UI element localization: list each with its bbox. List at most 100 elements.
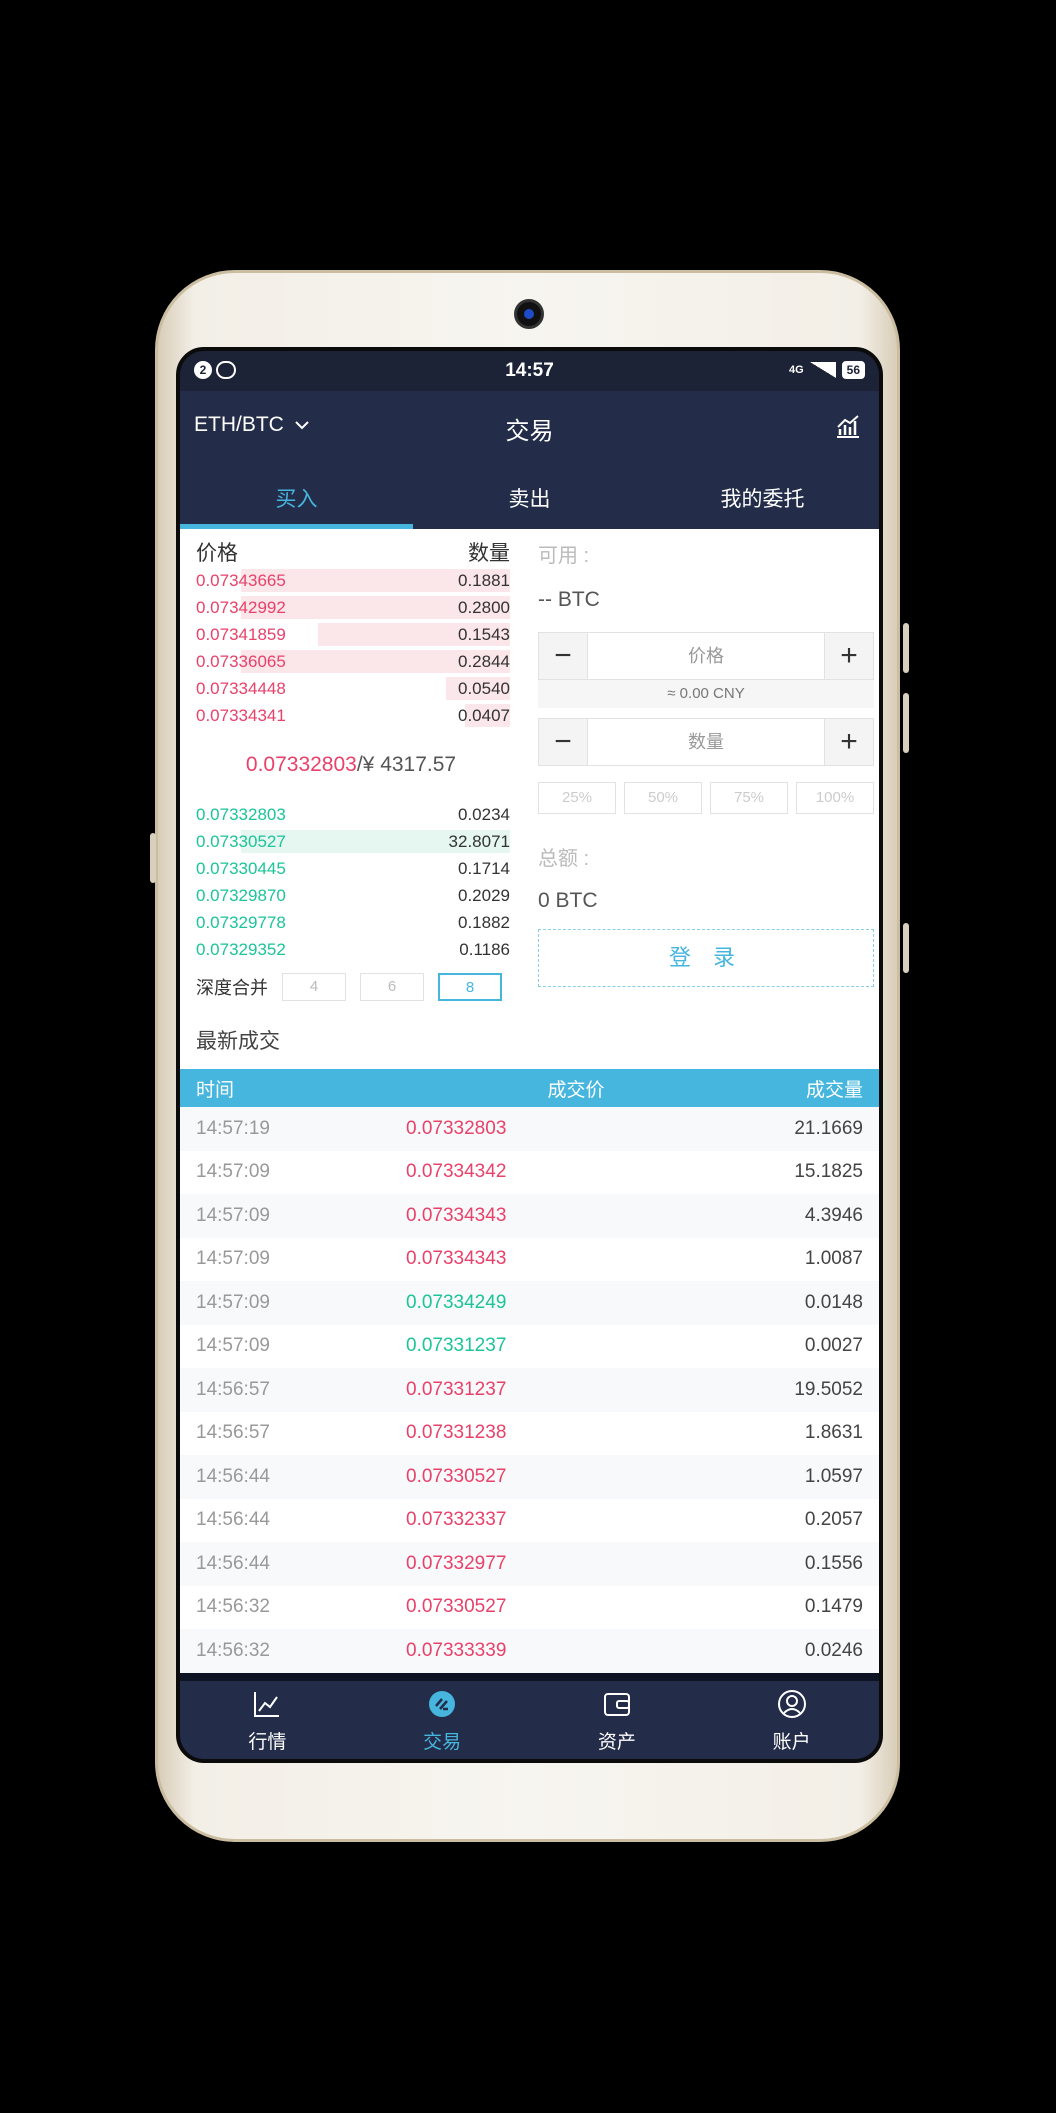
trade-time: 14:57:09: [196, 1248, 270, 1270]
cny-estimate: ≈ 0.00 CNY: [538, 680, 874, 708]
table-row: 14:56:44 0.07330527 1.0597: [180, 1455, 879, 1499]
screen: 2 14:57 4G 56 ETH/BTC 交易 买入 卖出 我的委托 价格 数…: [176, 347, 883, 1763]
table-row: 14:56:44 0.07332977 0.1556: [180, 1542, 879, 1586]
bid-row[interactable]: 0.07330445 0.1714: [180, 855, 522, 882]
orderbook-price-header: 价格: [196, 542, 238, 565]
phone-frame: 2 14:57 4G 56 ETH/BTC 交易 买入 卖出 我的委托 价格 数…: [150, 270, 909, 1842]
bid-qty: 0.0234: [458, 804, 510, 824]
qty-plus-button[interactable]: +: [825, 719, 873, 765]
percent-50-button[interactable]: 50%: [624, 782, 702, 814]
nav-market[interactable]: 行情: [180, 1681, 355, 1759]
trade-time: 14:57:09: [196, 1291, 270, 1313]
depth-option-4[interactable]: 4: [282, 973, 346, 1001]
trade-time: 14:57:19: [196, 1117, 270, 1139]
ask-row[interactable]: 0.07334448 0.0540: [180, 675, 522, 702]
table-row: 14:56:57 0.07331237 19.5052: [180, 1368, 879, 1412]
ask-qty: 0.0407: [458, 705, 510, 725]
tab-sell[interactable]: 卖出: [413, 461, 646, 529]
trade-qty: 21.1669: [794, 1117, 863, 1139]
trade-qty: 0.1556: [804, 1552, 863, 1574]
bid-price: 0.07329352: [196, 939, 286, 959]
trade-time: 14:56:44: [196, 1509, 270, 1531]
volume-button: [903, 623, 909, 673]
trades-header: 时间 成交价 成交量: [180, 1069, 879, 1107]
price-minus-button[interactable]: −: [539, 633, 587, 679]
trade-qty: 0.0246: [804, 1639, 863, 1661]
table-row: 14:57:09 0.07334343 4.3946: [180, 1194, 879, 1238]
status-time: 14:57: [505, 360, 554, 381]
power-button: [903, 693, 909, 753]
bid-price: 0.07329778: [196, 912, 286, 932]
qty-input[interactable]: 数量: [587, 719, 825, 765]
ask-row[interactable]: 0.07334341 0.0407: [180, 702, 522, 729]
bid-row[interactable]: 0.07329352 0.1186: [180, 936, 522, 963]
price-input[interactable]: 价格: [587, 633, 825, 679]
total-value: 0 BTC: [538, 889, 598, 912]
table-row: 14:56:32 0.07330527 0.1479: [180, 1585, 879, 1629]
ask-price: 0.07343665: [196, 570, 286, 590]
bid-row[interactable]: 0.07329870 0.2029: [180, 882, 522, 909]
depth-option-6[interactable]: 6: [360, 973, 424, 1001]
trade-qty: 15.1825: [794, 1161, 863, 1183]
bid-row[interactable]: 0.07329778 0.1882: [180, 909, 522, 936]
available-label: 可用 :: [538, 545, 590, 567]
ask-row[interactable]: 0.07343665 0.1881: [180, 567, 522, 594]
trade-time: 14:56:44: [196, 1552, 270, 1574]
trade-panel: 价格 数量 0.07343665 0.1881 0.07342992 0.2800 0.…: [180, 529, 879, 1069]
qty-stepper: − 数量 +: [538, 718, 874, 766]
percent-100-button[interactable]: 100%: [796, 782, 874, 814]
depth-merge: 深度合并 4 6 8: [180, 963, 522, 1001]
kline-chart-icon[interactable]: [835, 413, 861, 439]
ask-price: 0.07341859: [196, 624, 286, 644]
login-button[interactable]: 登 录: [538, 929, 874, 987]
bid-row[interactable]: 0.07332803 0.0234: [180, 801, 522, 828]
ask-qty: 0.0540: [458, 678, 510, 698]
ask-row[interactable]: 0.07342992 0.2800: [180, 594, 522, 621]
trade-price: 0.07331237: [406, 1335, 507, 1357]
bottom-nav: 行情 交易 资产 账户: [180, 1681, 879, 1759]
trade-price: 0.07334343: [406, 1204, 507, 1226]
ask-row[interactable]: 0.07341859 0.1543: [180, 621, 522, 648]
trade-qty: 0.0148: [804, 1291, 863, 1313]
ask-price: 0.07334448: [196, 678, 286, 698]
ask-qty: 0.1881: [458, 570, 510, 590]
trade-time: 14:56:32: [196, 1639, 270, 1661]
ask-row[interactable]: 0.07336065 0.2844: [180, 648, 522, 675]
trade-price: 0.07334343: [406, 1248, 507, 1270]
depth-option-8[interactable]: 8: [438, 973, 502, 1001]
nav-trade-label: 交易: [423, 1732, 462, 1753]
trade-time: 14:57:09: [196, 1335, 270, 1357]
percent-buttons: 25% 50% 75% 100%: [538, 782, 874, 814]
last-price-value: 0.07332803: [245, 753, 357, 776]
available-value: -- BTC: [538, 588, 600, 611]
bid-qty: 32.8071: [448, 831, 510, 851]
network-label: 4G: [788, 364, 804, 376]
bid-qty: 0.1882: [458, 912, 510, 932]
trade-price: 0.07334342: [406, 1161, 507, 1183]
nav-trade[interactable]: 交易: [355, 1681, 530, 1759]
nav-account[interactable]: 账户: [704, 1681, 879, 1759]
nav-assets[interactable]: 资产: [530, 1681, 705, 1759]
order-form: 可用 : -- BTC − 价格 + ≈ 0.00 CNY − 数量 + 25%…: [538, 529, 874, 987]
trade-price: 0.07330527: [406, 1465, 507, 1487]
front-camera: [514, 299, 544, 329]
table-row: 14:56:32 0.07333339 0.0246: [180, 1629, 879, 1673]
ask-price: 0.07336065: [196, 651, 286, 671]
table-row: 14:57:19 0.07332803 21.1669: [180, 1107, 879, 1151]
signal-icon: [809, 362, 836, 378]
tab-my-orders[interactable]: 我的委托: [646, 461, 879, 529]
percent-25-button[interactable]: 25%: [538, 782, 616, 814]
percent-75-button[interactable]: 75%: [710, 782, 788, 814]
price-plus-button[interactable]: +: [825, 633, 873, 679]
trade-time: 14:56:44: [196, 1465, 270, 1487]
qty-minus-button[interactable]: −: [539, 719, 587, 765]
bid-price: 0.07330445: [196, 858, 286, 878]
ask-qty: 0.2844: [458, 651, 510, 671]
bid-row[interactable]: 0.07330527 32.8071: [180, 828, 522, 855]
side-button-left: [150, 833, 156, 883]
trade-price: 0.07332977: [406, 1552, 507, 1574]
nav-market-label: 行情: [248, 1732, 287, 1753]
battery-icon: 56: [841, 361, 865, 379]
order-book: 价格 数量 0.07343665 0.1881 0.07342992 0.2800 0.…: [180, 529, 522, 1001]
tab-buy[interactable]: 买入: [180, 461, 413, 529]
